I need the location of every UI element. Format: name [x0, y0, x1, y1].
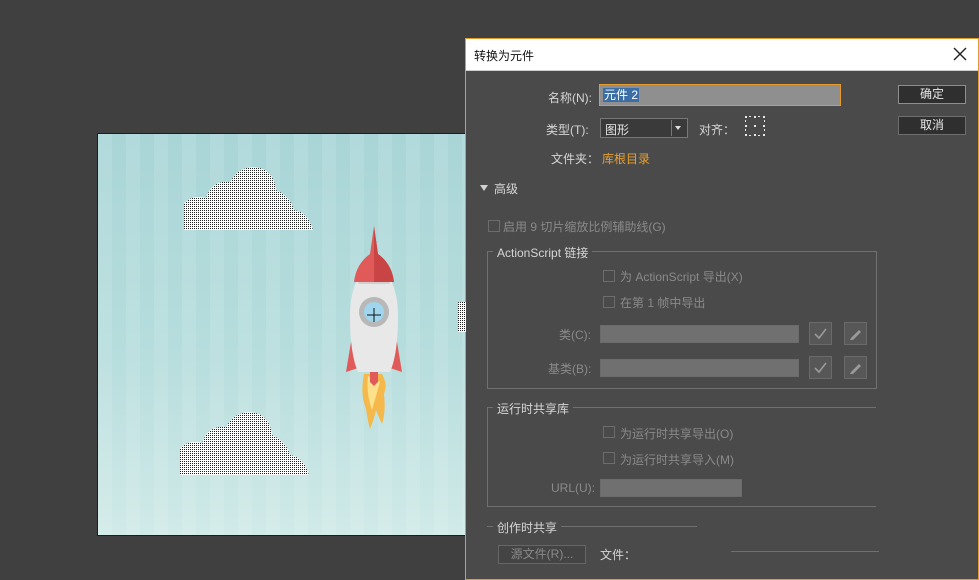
cloud-top	[184, 167, 313, 230]
class-input[interactable]	[600, 325, 799, 343]
folder-label: 文件夹：	[551, 152, 600, 166]
authortime-group-title: 创作时共享	[493, 519, 562, 536]
runtime-import-checkbox[interactable]	[603, 452, 615, 464]
url-input[interactable]	[600, 479, 742, 497]
close-icon[interactable]	[948, 42, 972, 66]
ok-button[interactable]: 确定	[898, 85, 966, 104]
rocket-symbol[interactable]	[342, 224, 406, 434]
export-frame1-checkbox[interactable]	[603, 296, 615, 308]
export-actionscript-label: 为 ActionScript 导出(X)	[620, 270, 743, 284]
runtime-share-group-title: 运行时共享库	[493, 400, 574, 417]
dropdown-arrow-icon	[671, 120, 681, 136]
name-label: 名称(N):	[548, 91, 592, 105]
export-frame1-label: 在第 1 帧中导出	[620, 296, 706, 310]
type-select[interactable]: 图形	[600, 118, 688, 138]
runtime-import-label: 为运行时共享导入(M)	[620, 453, 734, 467]
class-edit-button[interactable]	[844, 322, 867, 345]
url-label: URL(U):	[551, 481, 595, 495]
authortime-separator	[731, 551, 879, 552]
pencil-icon	[850, 330, 861, 340]
cloud-bottom	[180, 412, 309, 475]
type-label: 类型(T):	[546, 123, 589, 137]
folder-link[interactable]: 库根目录	[602, 150, 650, 167]
base-class-label: 基类(B):	[548, 362, 592, 376]
runtime-export-checkbox[interactable]	[603, 426, 615, 438]
registration-grid-icon[interactable]	[744, 115, 766, 137]
runtime-export-label: 为运行时共享导出(O)	[620, 427, 734, 441]
name-input[interactable]: 元件 2	[599, 84, 841, 106]
advanced-toggle[interactable]: 高级	[494, 180, 518, 197]
type-select-value: 图形	[605, 123, 630, 137]
align-label: 对齐：	[699, 123, 736, 137]
dialog-titlebar[interactable]: 转换为元件	[466, 39, 978, 71]
slice-scaling-checkbox[interactable]	[488, 220, 500, 232]
checkmark-icon	[814, 328, 827, 340]
class-label: 类(C):	[559, 328, 591, 342]
base-class-input[interactable]	[600, 359, 799, 377]
actionscript-group-title: ActionScript 链接	[493, 244, 593, 261]
export-actionscript-checkbox[interactable]	[603, 270, 615, 282]
source-file-button[interactable]: 源文件(R)...	[498, 545, 586, 564]
name-input-value: 元件 2	[603, 88, 640, 102]
base-class-validate-button[interactable]	[809, 356, 832, 379]
stage-canvas[interactable]	[97, 133, 468, 536]
file-label: 文件：	[600, 548, 637, 562]
cancel-button[interactable]: 取消	[898, 116, 966, 135]
base-class-edit-button[interactable]	[844, 356, 867, 379]
slice-scaling-label: 启用 9 切片缩放比例辅助线(G)	[503, 220, 666, 234]
pencil-icon	[850, 364, 861, 374]
checkmark-icon	[814, 362, 827, 374]
disclosure-triangle-icon[interactable]	[479, 183, 489, 193]
class-validate-button[interactable]	[809, 322, 832, 345]
dialog-title: 转换为元件	[474, 49, 535, 63]
offstage-object[interactable]	[458, 302, 466, 332]
convert-to-symbol-dialog: 转换为元件 名称(N): 元件 2 类型(T): 图形 对齐： 文件夹： 库根目…	[465, 38, 979, 580]
